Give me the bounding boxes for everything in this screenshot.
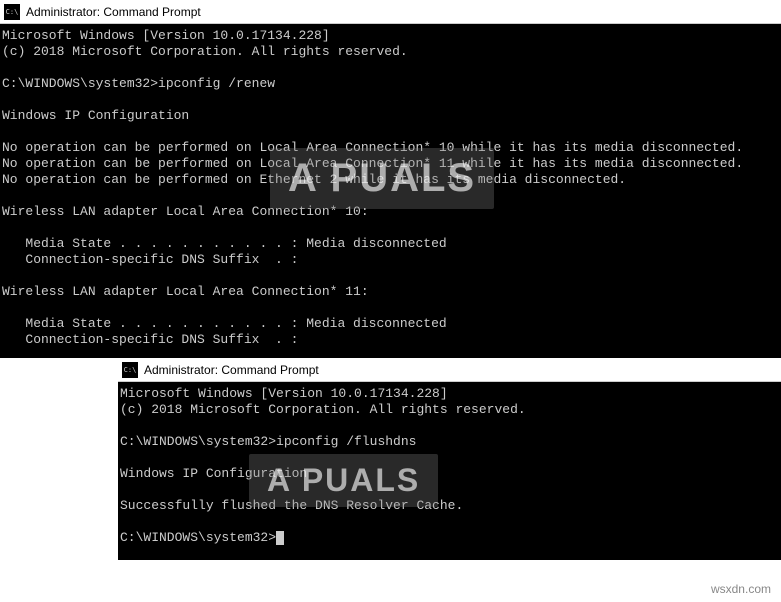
- copyright-line: (c) 2018 Microsoft Corporation. All righ…: [2, 44, 408, 59]
- no-operation-line: No operation can be performed on Local A…: [2, 156, 743, 171]
- terminal-output[interactable]: Microsoft Windows [Version 10.0.17134.22…: [0, 24, 781, 352]
- adapter-heading: Wireless LAN adapter Local Area Connecti…: [2, 204, 369, 219]
- version-line: Microsoft Windows [Version 10.0.17134.22…: [2, 28, 330, 43]
- no-operation-line: No operation can be performed on Etherne…: [2, 172, 626, 187]
- cmd-window-renew: Administrator: Command Prompt Microsoft …: [0, 0, 781, 358]
- ip-config-heading: Windows IP Configuration: [2, 108, 189, 123]
- dns-suffix-line: Connection-specific DNS Suffix . :: [2, 252, 298, 267]
- success-message: Successfully flushed the DNS Resolver Ca…: [120, 498, 463, 513]
- cmd-window-flushdns: Administrator: Command Prompt Microsoft …: [118, 358, 781, 560]
- command-prompt-line: C:\WINDOWS\system32>ipconfig /flushdns: [120, 434, 416, 449]
- media-state-line: Media State . . . . . . . . . . . : Medi…: [2, 236, 447, 251]
- cmd-icon: [4, 4, 20, 20]
- no-operation-line: No operation can be performed on Local A…: [2, 140, 743, 155]
- command-prompt-line: C:\WINDOWS\system32>ipconfig /renew: [2, 76, 275, 91]
- title-bar[interactable]: Administrator: Command Prompt: [118, 358, 781, 382]
- text-cursor: [276, 531, 284, 545]
- media-state-line: Media State . . . . . . . . . . . : Medi…: [2, 316, 447, 331]
- copyright-line: (c) 2018 Microsoft Corporation. All righ…: [120, 402, 526, 417]
- window-title: Administrator: Command Prompt: [26, 5, 201, 19]
- source-url: wsxdn.com: [711, 582, 771, 596]
- terminal-output[interactable]: Microsoft Windows [Version 10.0.17134.22…: [118, 382, 781, 550]
- ip-config-heading: Windows IP Configuration: [120, 466, 307, 481]
- cmd-icon: [122, 362, 138, 378]
- title-bar[interactable]: Administrator: Command Prompt: [0, 0, 781, 24]
- window-title: Administrator: Command Prompt: [144, 363, 319, 377]
- command-prompt-line: C:\WINDOWS\system32>: [120, 530, 276, 545]
- version-line: Microsoft Windows [Version 10.0.17134.22…: [120, 386, 448, 401]
- dns-suffix-line: Connection-specific DNS Suffix . :: [2, 332, 298, 347]
- adapter-heading: Wireless LAN adapter Local Area Connecti…: [2, 284, 369, 299]
